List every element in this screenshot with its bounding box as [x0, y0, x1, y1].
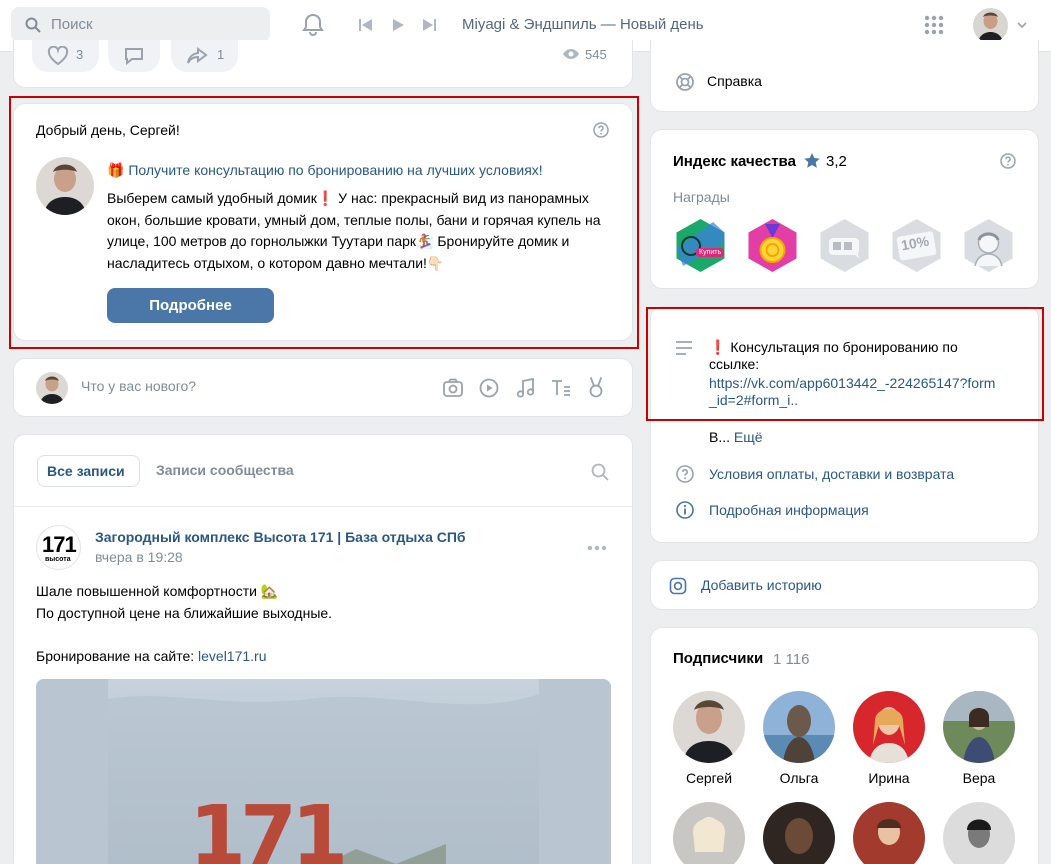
- search-icon[interactable]: [591, 463, 609, 481]
- comment-icon: [123, 46, 145, 66]
- add-story-label: Добавить историю: [701, 577, 822, 593]
- play-icon[interactable]: [391, 18, 405, 32]
- subscriber-avatar[interactable]: [673, 802, 745, 864]
- subscriber-avatar[interactable]: [763, 802, 835, 864]
- apps-grid-icon[interactable]: [924, 15, 944, 35]
- subscriber-avatar[interactable]: [673, 691, 745, 763]
- subscriber-avatar[interactable]: [853, 691, 925, 763]
- award-buy-badge[interactable]: Купить: [673, 218, 728, 273]
- medal-badge[interactable]: [745, 218, 800, 273]
- like-button[interactable]: 3: [32, 40, 99, 72]
- subscriber-name[interactable]: Сергей: [673, 770, 745, 786]
- likes-count: 3: [76, 47, 84, 62]
- help-row[interactable]: Справка: [651, 64, 1040, 98]
- locked-badge-chat[interactable]: [817, 218, 872, 273]
- subscriber-avatar[interactable]: [943, 691, 1015, 763]
- info-more-line: В... Ещё: [709, 429, 763, 445]
- post-author[interactable]: Загородный комплекс Высота 171 | База от…: [95, 529, 466, 545]
- next-icon[interactable]: [421, 18, 437, 32]
- logo-text: 171: [42, 532, 77, 557]
- subscriber-avatar[interactable]: [853, 802, 925, 864]
- heart-icon: [47, 46, 69, 66]
- help-icon[interactable]: [1000, 153, 1016, 169]
- awards-label: Награды: [673, 189, 730, 205]
- post-line-2: По доступной цене на ближайшие выходные.: [36, 604, 333, 621]
- more-icon[interactable]: [587, 545, 607, 551]
- details-row[interactable]: Подробная информация: [651, 498, 1040, 524]
- highlight-frame-promo: [9, 96, 639, 349]
- subscriber-name[interactable]: Вера: [943, 770, 1015, 786]
- share-icon: [186, 46, 208, 66]
- star-icon: [803, 152, 821, 170]
- image-sign-text: 171: [189, 789, 348, 864]
- comment-button[interactable]: [108, 40, 160, 72]
- show-more-link[interactable]: Ещё: [734, 429, 763, 445]
- clip-icon[interactable]: [586, 375, 606, 399]
- repost-button[interactable]: 1: [171, 40, 238, 72]
- subscribers-card: Подписчики 1 116 Сергей Ольга Ирина Вера: [650, 627, 1039, 864]
- reposts-count: 1: [217, 47, 225, 62]
- views-icon: [562, 48, 580, 60]
- add-story-card[interactable]: Добавить историю: [650, 560, 1039, 610]
- post-image[interactable]: 171: [36, 679, 611, 864]
- help-label: Справка: [707, 73, 762, 89]
- post-time[interactable]: вчера в 19:28: [95, 549, 183, 565]
- divider: [14, 506, 632, 507]
- subscriber-avatar[interactable]: [763, 691, 835, 763]
- highlight-frame-info: [646, 307, 1044, 421]
- composer-placeholder[interactable]: Что у вас нового?: [81, 378, 196, 394]
- locked-badge-discount[interactable]: 10%: [889, 218, 944, 273]
- chevron-down-icon[interactable]: [1017, 21, 1027, 29]
- article-icon[interactable]: [550, 378, 572, 398]
- award-buy-label: Купить: [696, 248, 725, 257]
- info-icon: [676, 501, 694, 519]
- booking-line: Бронирование на сайте: level171.ru: [36, 646, 332, 668]
- lifebuoy-icon: [675, 72, 695, 92]
- search-placeholder: Поиск: [51, 16, 93, 33]
- views-count: 545: [585, 47, 607, 62]
- details-link: Подробная информация: [709, 502, 869, 518]
- subscriber-name[interactable]: Ольга: [763, 770, 835, 786]
- composer-avatar: [36, 372, 68, 404]
- subscriber-name[interactable]: Ирина: [853, 770, 925, 786]
- previous-post-footer: 3 1 545: [13, 40, 633, 88]
- prev-icon[interactable]: [358, 18, 374, 32]
- booking-link[interactable]: level171.ru: [198, 648, 267, 664]
- profile-avatar[interactable]: [973, 8, 1008, 43]
- help-card: Справка: [650, 40, 1039, 112]
- quality-card: Индекс качества 3,2 Награды Купить 10%: [650, 129, 1039, 289]
- subscriber-avatar[interactable]: [943, 802, 1015, 864]
- camera-icon[interactable]: [442, 378, 464, 398]
- composer[interactable]: Что у вас нового?: [13, 358, 633, 417]
- payment-terms-link: Условия оплаты, доставки и возврата: [709, 466, 955, 482]
- subscribers-count: 1 116: [773, 651, 810, 668]
- subscribers-title[interactable]: Подписчики: [673, 650, 763, 667]
- quality-title: Индекс качества: [673, 153, 796, 170]
- tab-community-posts[interactable]: Записи сообщества: [156, 462, 294, 478]
- payment-terms-row[interactable]: Условия оплаты, доставки и возврата: [651, 462, 1040, 488]
- search-icon: [25, 17, 41, 33]
- locked-badge-person[interactable]: [961, 218, 1016, 273]
- music-icon[interactable]: [516, 377, 536, 399]
- search-input[interactable]: Поиск: [11, 7, 270, 42]
- instagram-icon: [669, 577, 687, 595]
- bell-icon[interactable]: [302, 13, 324, 37]
- booking-prefix: Бронирование на сайте:: [36, 647, 199, 664]
- wall-card: Все записи Записи сообщества 171 высота …: [13, 434, 633, 864]
- question-icon: [676, 465, 694, 483]
- post-line-1: Шале повышенной комфортности 🏡: [36, 583, 279, 599]
- now-playing-title[interactable]: Miyagi & Эндшпиль — Новый день: [462, 16, 704, 33]
- video-icon[interactable]: [479, 378, 499, 398]
- tab-all-label: Все записи: [47, 463, 125, 479]
- logo-subtext: высота: [45, 556, 71, 563]
- info-more-prefix: В...: [709, 429, 731, 445]
- tab-all-posts[interactable]: Все записи: [37, 455, 140, 487]
- post-text: Шале повышенной комфортности 🏡 По доступ…: [36, 581, 332, 667]
- quality-value: 3,2: [826, 153, 847, 170]
- community-logo[interactable]: 171 высота: [36, 525, 81, 570]
